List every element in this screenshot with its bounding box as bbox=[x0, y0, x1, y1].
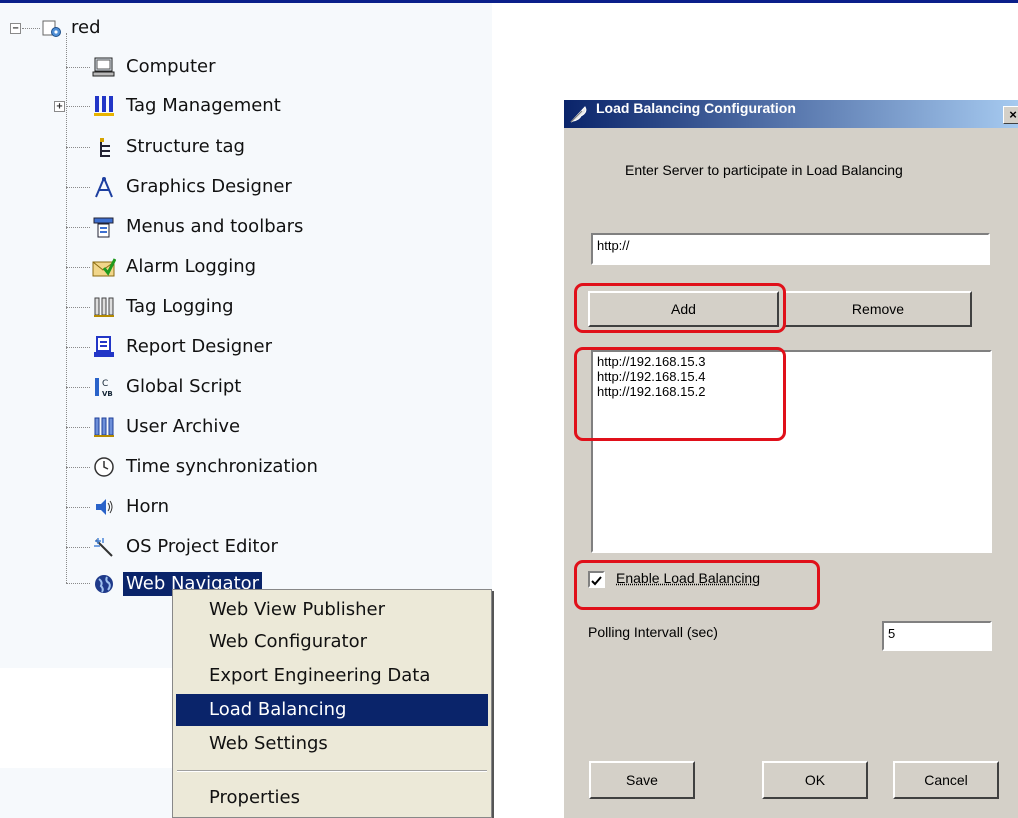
tree-item-label: Tag Logging bbox=[126, 296, 234, 317]
save-button[interactable]: Save bbox=[589, 761, 695, 799]
tree-blank-area bbox=[0, 668, 176, 768]
tree-item-label: Structure tag bbox=[126, 136, 245, 157]
tree-item-label: Computer bbox=[126, 56, 216, 77]
server-url-input[interactable]: http:// bbox=[591, 233, 990, 265]
tree-item-report-designer[interactable]: Report Designer bbox=[92, 335, 275, 359]
tree-line bbox=[66, 267, 90, 268]
tag-management-icon bbox=[92, 94, 116, 118]
annotation-enable-checkbox bbox=[574, 560, 820, 610]
tree-item-computer[interactable]: Computer bbox=[92, 55, 218, 79]
tree-item-os-project-editor[interactable]: OS Project Editor bbox=[92, 535, 281, 559]
tree-line bbox=[66, 387, 90, 388]
tree-root-red[interactable]: red bbox=[40, 16, 104, 40]
polling-interval-input[interactable]: 5 bbox=[882, 621, 992, 651]
menus-toolbars-icon bbox=[92, 215, 116, 239]
menu-item-export-engineering-data[interactable]: Export Engineering Data bbox=[176, 660, 488, 692]
tree-line bbox=[66, 547, 90, 548]
report-designer-icon bbox=[92, 335, 116, 359]
collapse-root-toggle[interactable]: − bbox=[10, 23, 21, 34]
menu-item-web-settings[interactable]: Web Settings bbox=[176, 728, 488, 760]
menu-item-properties[interactable]: Properties bbox=[176, 782, 488, 814]
globe-icon bbox=[92, 572, 116, 596]
menu-separator bbox=[177, 770, 487, 772]
web-navigator-context-menu: Web View Publisher Web Configurator Expo… bbox=[172, 589, 492, 818]
tree-item-label: Horn bbox=[126, 496, 170, 517]
global-script-icon: C VB bbox=[92, 375, 116, 399]
annotation-add-button bbox=[574, 283, 786, 333]
tree-item-graphics-designer[interactable]: Graphics Designer bbox=[92, 175, 295, 199]
tree-line bbox=[66, 33, 67, 583]
tree-item-horn[interactable]: Horn bbox=[92, 495, 172, 519]
tree-line bbox=[66, 307, 90, 308]
tag-logging-icon bbox=[92, 295, 116, 319]
expand-tag-management-toggle[interactable]: + bbox=[54, 101, 65, 112]
clock-icon bbox=[92, 455, 116, 479]
tree-item-label: Global Script bbox=[126, 376, 242, 397]
tree-item-menus-and-toolbars[interactable]: Menus and toolbars bbox=[92, 215, 306, 239]
tree-line bbox=[66, 507, 90, 508]
user-archive-icon bbox=[92, 415, 116, 439]
menu-item-load-balancing[interactable]: Load Balancing bbox=[176, 694, 488, 726]
tree-line bbox=[66, 347, 90, 348]
feather-icon bbox=[569, 104, 589, 124]
tree-line bbox=[66, 583, 90, 584]
tree-item-alarm-logging[interactable]: Alarm Logging bbox=[92, 255, 259, 279]
tree-item-label: Graphics Designer bbox=[126, 176, 292, 197]
tree-line bbox=[66, 187, 90, 188]
tree-item-label: Time synchronization bbox=[126, 456, 318, 477]
project-editor-icon bbox=[92, 535, 116, 559]
tree-item-label: OS Project Editor bbox=[126, 536, 278, 557]
horn-icon bbox=[92, 495, 116, 519]
alarm-logging-icon bbox=[92, 255, 116, 279]
tree-item-time-synchronization[interactable]: Time synchronization bbox=[92, 455, 321, 479]
annotation-server-list bbox=[574, 347, 786, 441]
tree-item-structure-tag[interactable]: Structure tag bbox=[92, 135, 248, 159]
computer-icon bbox=[92, 55, 116, 79]
tree-item-global-script[interactable]: C VB Global Script bbox=[92, 375, 244, 399]
svg-text:VB: VB bbox=[102, 390, 113, 398]
tree-item-label: Alarm Logging bbox=[126, 256, 257, 277]
remove-button[interactable]: Remove bbox=[784, 291, 972, 327]
load-balancing-dialog: Load Balancing Configuration × Enter Ser… bbox=[563, 100, 1018, 818]
tree-item-tag-logging[interactable]: Tag Logging bbox=[92, 295, 237, 319]
tree-line bbox=[66, 106, 90, 107]
menu-item-web-view-publisher[interactable]: Web View Publisher bbox=[176, 594, 488, 626]
tree-item-user-archive[interactable]: User Archive bbox=[92, 415, 243, 439]
tree-line bbox=[66, 67, 90, 68]
structure-tag-icon bbox=[92, 135, 116, 159]
tree-line bbox=[66, 227, 90, 228]
polling-interval-label: Polling Intervall (sec) bbox=[588, 624, 718, 640]
tree-line bbox=[66, 147, 90, 148]
menu-item-web-configurator[interactable]: Web Configurator bbox=[176, 626, 488, 658]
tree-item-label: Menus and toolbars bbox=[126, 216, 304, 237]
instruction-text: Enter Server to participate in Load Bala… bbox=[625, 162, 903, 178]
cancel-button[interactable]: Cancel bbox=[893, 761, 999, 799]
tree-line bbox=[22, 28, 40, 29]
tree-line bbox=[66, 427, 90, 428]
tree-item-label: Tag Management bbox=[126, 95, 281, 116]
tree-item-tag-management[interactable]: Tag Management bbox=[92, 94, 284, 118]
svg-text:C: C bbox=[102, 379, 108, 389]
tree-root-label: red bbox=[71, 17, 101, 38]
project-gear-icon bbox=[40, 16, 64, 40]
ok-button[interactable]: OK bbox=[762, 761, 868, 799]
tree-line bbox=[66, 467, 90, 468]
close-button[interactable]: × bbox=[1003, 106, 1018, 124]
close-icon: × bbox=[1009, 107, 1017, 122]
graphics-designer-icon bbox=[92, 175, 116, 199]
tree-item-label: Report Designer bbox=[126, 336, 273, 357]
dialog-title: Load Balancing Configuration bbox=[596, 100, 796, 116]
tree-item-label: User Archive bbox=[126, 416, 241, 437]
dialog-titlebar[interactable]: Load Balancing Configuration bbox=[564, 100, 1018, 128]
